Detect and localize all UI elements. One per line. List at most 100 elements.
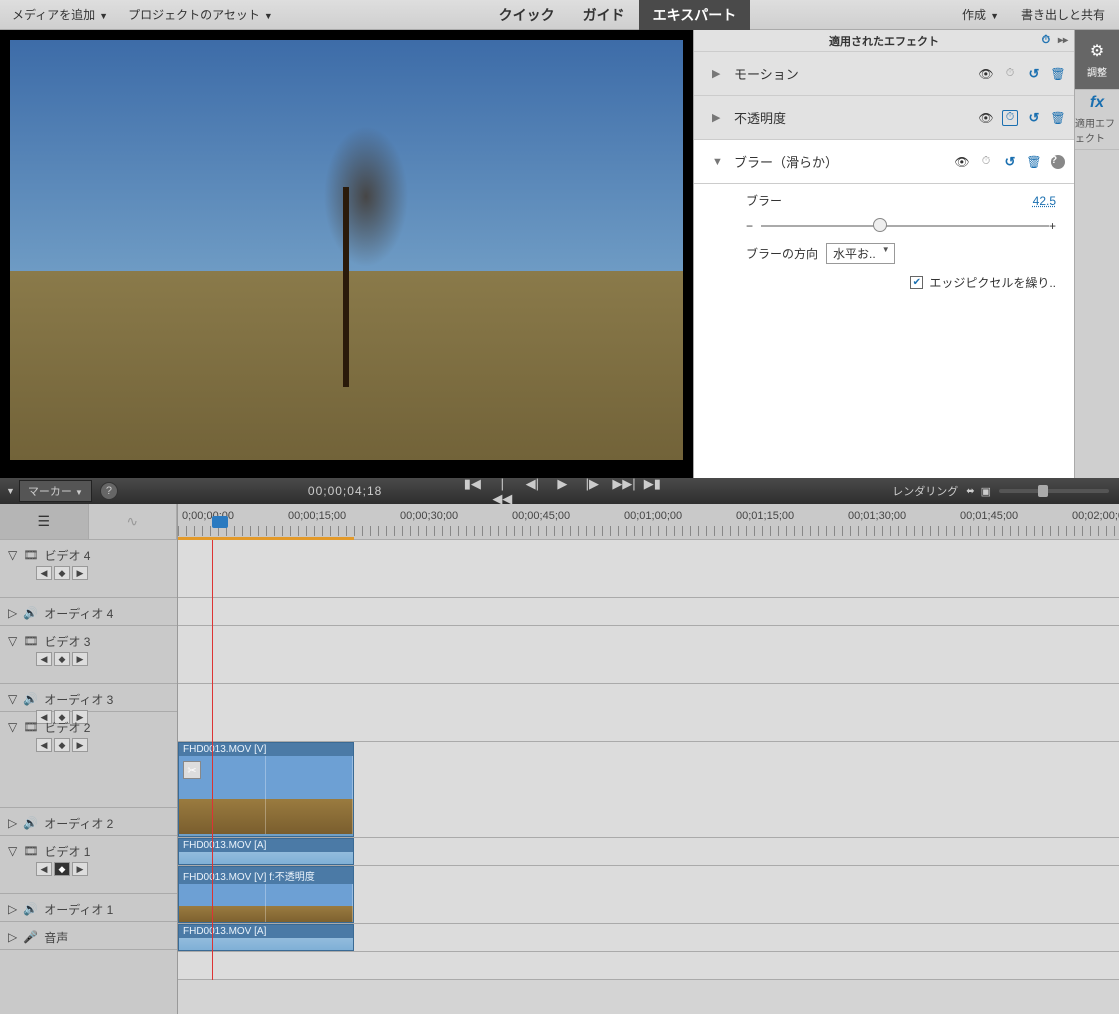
fit-width-icon[interactable]: ⬌ xyxy=(966,486,974,497)
marker-disclosure-icon[interactable]: ▼ xyxy=(6,486,15,496)
fullscreen-icon[interactable]: ▣ xyxy=(981,485,991,498)
panel-clock-icon[interactable] xyxy=(1038,33,1054,49)
next-edit-button[interactable]: ▶▶| xyxy=(612,476,632,507)
applied-effects-panel: 適用されたエフェクト ▸▸ ▶ モーション ▶ 不透明度 xyxy=(694,30,1074,478)
add-keyframe-button[interactable]: ◆ xyxy=(54,566,70,580)
playhead-line[interactable] xyxy=(212,540,213,980)
trash-icon[interactable] xyxy=(1050,66,1066,82)
edge-pixels-label: エッジピクセルを繰り.. xyxy=(929,274,1056,291)
track-header-audio2[interactable]: ▷🔊オーディオ 2 xyxy=(0,808,177,836)
goto-start-button[interactable]: ▮◀ xyxy=(462,476,482,507)
export-share[interactable]: 書き出しと共有 xyxy=(1015,6,1111,23)
lane-video1[interactable]: FHD0013.MOV [V] f:不透明度 xyxy=(178,866,1119,924)
clip-video2[interactable]: FHD0013.MOV [V] ✂ xyxy=(178,742,354,837)
reset-icon[interactable] xyxy=(1026,110,1042,126)
preview-frame[interactable] xyxy=(10,40,683,460)
tab-applied-effects[interactable]: fx 適用エフェクト xyxy=(1075,90,1119,150)
lane-audio1[interactable]: FHD0013.MOV [A] xyxy=(178,924,1119,952)
play-button[interactable]: ▶ xyxy=(552,476,572,507)
step-forward-button[interactable]: |▶ xyxy=(582,476,602,507)
ruler-tick: 00;01;45;00 xyxy=(960,510,1018,522)
film-icon: 🎞 xyxy=(23,548,38,562)
reset-icon[interactable] xyxy=(1002,154,1018,170)
disclosure-right-icon[interactable]: ▷ xyxy=(8,606,17,620)
playhead-handle[interactable] xyxy=(212,516,228,528)
tab-adjust[interactable]: ⚙ 調整 xyxy=(1075,30,1119,90)
timeline-zoom-slider[interactable] xyxy=(999,489,1109,493)
ruler-tick: 00;00;45;00 xyxy=(512,510,570,522)
blur-amount-value[interactable]: 42.5 xyxy=(1033,194,1056,208)
timeline-mode-audio[interactable]: ∿ xyxy=(89,504,178,539)
track-header-video2[interactable]: ▽🎞ビデオ 2 ◀◆▶ xyxy=(0,712,177,808)
lane-video2[interactable]: FHD0013.MOV [V] ✂ xyxy=(178,742,1119,838)
effects-panel-title: 適用されたエフェクト xyxy=(829,33,939,49)
sliders-icon: ⚙ xyxy=(1090,41,1104,61)
panel-expand-icon[interactable]: ▸▸ xyxy=(1058,35,1068,46)
fx-icon: fx xyxy=(1090,94,1104,112)
step-back-button[interactable]: ◀| xyxy=(522,476,542,507)
project-assets-dropdown[interactable]: プロジェクトのアセット▼ xyxy=(122,6,279,23)
help-button[interactable]: ? xyxy=(100,482,118,500)
track-header-video4[interactable]: ▽🎞ビデオ 4 ◀◆▶ xyxy=(0,540,177,598)
slider-thumb[interactable] xyxy=(873,218,887,232)
scissors-icon[interactable]: ✂ xyxy=(183,761,201,779)
effect-row-motion[interactable]: ▶ モーション xyxy=(694,52,1074,96)
reset-icon[interactable] xyxy=(1026,66,1042,82)
mode-quick[interactable]: クイック xyxy=(485,0,569,31)
effect-row-opacity[interactable]: ▶ 不透明度 xyxy=(694,96,1074,140)
track-header-video3[interactable]: ▽🎞ビデオ 3 ◀◆▶ xyxy=(0,626,177,684)
ruler-tick: 00;02;00;0 xyxy=(1072,510,1119,522)
prev-keyframe-button[interactable]: ◀ xyxy=(36,566,52,580)
help-icon[interactable] xyxy=(1050,154,1066,170)
clip-audio1[interactable]: FHD0013.MOV [A] xyxy=(178,924,354,951)
marker-dropdown[interactable]: マーカー ▼ xyxy=(19,480,92,502)
track-header-audio1[interactable]: ▷🔊オーディオ 1 xyxy=(0,894,177,922)
track-header-video1[interactable]: ▽🎞ビデオ 1 ◀◆▶ xyxy=(0,836,177,894)
mode-expert[interactable]: エキスパート xyxy=(639,0,751,31)
track-header-audio3[interactable]: ▽🔊オーディオ 3 ◀◆▶ xyxy=(0,684,177,712)
next-keyframe-button[interactable]: ▶ xyxy=(72,566,88,580)
top-toolbar: メディアを追加▼ プロジェクトのアセット▼ クイック ガイド エキスパート 作成… xyxy=(0,0,1119,30)
timecode-display[interactable]: 00;00;04;18 xyxy=(308,484,382,498)
slider-plus-icon[interactable]: + xyxy=(1049,219,1056,233)
lane-audio3[interactable] xyxy=(178,684,1119,742)
edge-pixels-checkbox[interactable] xyxy=(910,276,923,289)
disclosure-down-icon[interactable]: ▽ xyxy=(8,548,17,562)
clip-audio2[interactable]: FHD0013.MOV [A] xyxy=(178,838,354,865)
waveform-icon: ∿ xyxy=(126,513,138,530)
stopwatch-icon[interactable] xyxy=(1002,110,1018,126)
stopwatch-icon[interactable] xyxy=(1002,66,1018,82)
blur-direction-select[interactable]: 水平お.. xyxy=(826,243,895,264)
blur-amount-label: ブラー xyxy=(746,192,826,209)
create-dropdown[interactable]: 作成▼ xyxy=(956,6,1005,23)
track-header-audio4[interactable]: ▷🔊オーディオ 4 xyxy=(0,598,177,626)
lane-voice[interactable] xyxy=(178,952,1119,980)
lane-audio4[interactable] xyxy=(178,598,1119,626)
time-ruler[interactable]: 0;00;00;0000;00;15;0000;00;30;0000;00;45… xyxy=(178,504,1119,540)
lane-video3[interactable] xyxy=(178,626,1119,684)
trash-icon[interactable] xyxy=(1050,110,1066,126)
add-media-dropdown[interactable]: メディアを追加▼ xyxy=(6,6,114,23)
ruler-tick: 00;01;00;00 xyxy=(624,510,682,522)
eye-icon[interactable] xyxy=(978,66,994,82)
goto-end-button[interactable]: ▶▮ xyxy=(642,476,662,507)
lane-video4[interactable] xyxy=(178,540,1119,598)
zoom-thumb[interactable] xyxy=(1038,485,1048,497)
eye-icon[interactable] xyxy=(954,154,970,170)
slider-minus-icon[interactable]: − xyxy=(746,219,753,233)
track-header-voice[interactable]: ▷🎤音声 xyxy=(0,922,177,950)
clip-video1[interactable]: FHD0013.MOV [V] f:不透明度 xyxy=(178,866,354,923)
stopwatch-icon[interactable] xyxy=(978,154,994,170)
render-button[interactable]: レンダリング xyxy=(892,483,958,499)
timeline-mode-standard[interactable]: ☰ xyxy=(0,504,89,539)
eye-icon[interactable] xyxy=(978,110,994,126)
timeline-canvas[interactable]: 0;00;00;0000;00;15;0000;00;30;0000;00;45… xyxy=(178,504,1119,1014)
mode-guide[interactable]: ガイド xyxy=(569,0,639,31)
effect-row-blur[interactable]: ▼ ブラー（滑らか） xyxy=(694,140,1074,184)
lane-audio2[interactable]: FHD0013.MOV [A] xyxy=(178,838,1119,866)
prev-edit-button[interactable]: |◀◀ xyxy=(492,476,512,507)
blur-amount-slider[interactable] xyxy=(761,225,1049,227)
ruler-tick: 00;00;15;00 xyxy=(288,510,346,522)
sliders-icon: ☰ xyxy=(37,513,50,530)
trash-icon[interactable] xyxy=(1026,154,1042,170)
